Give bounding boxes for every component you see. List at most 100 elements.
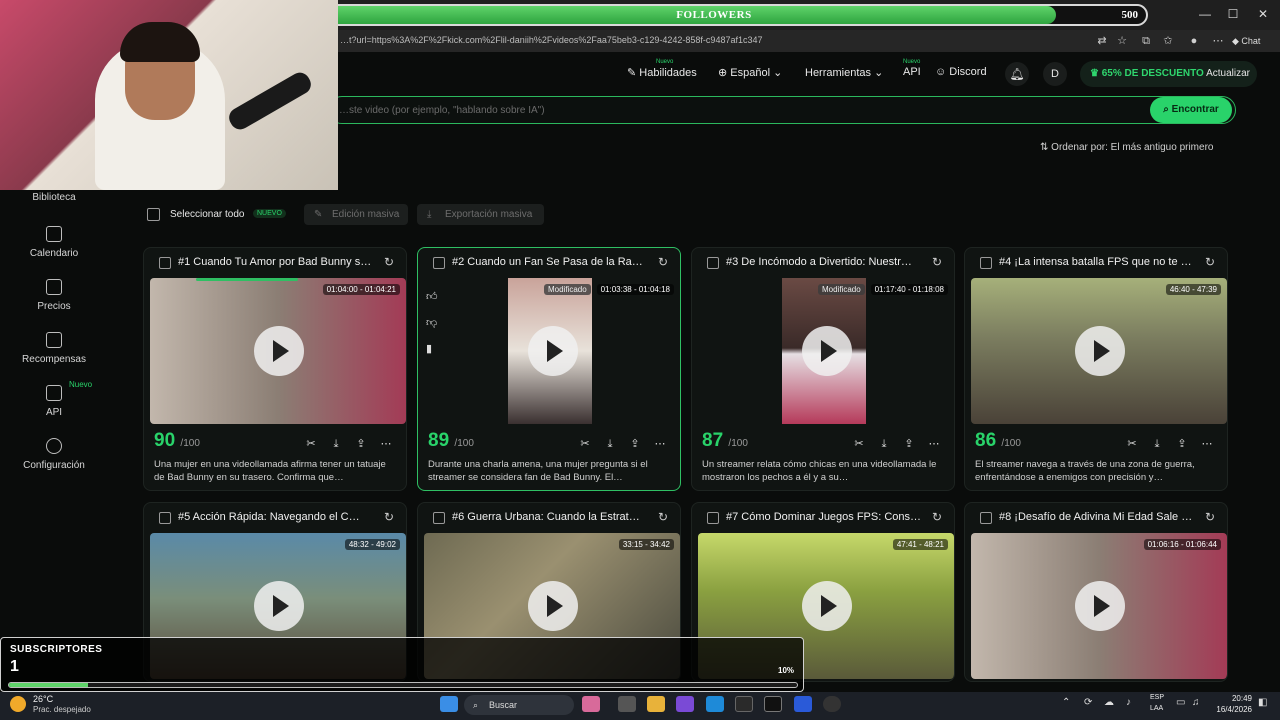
clip-thumbnail[interactable]: 01:04:00 - 01:04:21 (150, 278, 406, 424)
select-all-checkbox[interactable] (147, 208, 160, 221)
keyboard-language[interactable]: ESP (1150, 694, 1164, 701)
more-icon[interactable]: ⋯ (923, 437, 945, 450)
clip-card[interactable]: #4 ¡La intensa batalla FPS que no te … ↻… (964, 247, 1228, 491)
download-icon[interactable]: ⤓ (1146, 438, 1168, 451)
maximize-icon[interactable]: ☐ (1226, 7, 1240, 21)
sidebar-item-library[interactable]: Biblioteca (0, 192, 108, 203)
clip-card[interactable]: #3 De Incómodo a Divertido: Nuestr… ↻ Mo… (691, 247, 955, 491)
favorites-icon[interactable]: ✩ (1160, 33, 1176, 49)
clip-checkbox[interactable] (980, 257, 992, 269)
store-app-icon[interactable] (735, 696, 753, 712)
sort-dropdown[interactable]: ⇅ Ordenar por: El más antiguo primero (1040, 142, 1213, 153)
bulk-edit-button[interactable]: ✎ Edición masiva (304, 204, 408, 225)
volume-icon[interactable]: ♫ (1192, 697, 1200, 708)
clip-checkbox[interactable] (707, 257, 719, 269)
chatgpt-app-icon[interactable] (823, 696, 841, 712)
translate-icon[interactable]: ⇄ (1094, 33, 1110, 49)
more-menu-icon[interactable]: ⋯ (1210, 33, 1226, 49)
windows-start-icon[interactable] (440, 696, 458, 712)
weather-sun-icon[interactable] (10, 696, 26, 712)
play-icon[interactable] (1075, 326, 1125, 376)
extensions-icon[interactable]: ⧉ (1138, 33, 1154, 49)
nav-skills[interactable]: ✎ Habilidades (627, 66, 697, 79)
share-icon[interactable]: ⇪ (1171, 437, 1193, 450)
taskbar-search[interactable]: ⌕ Buscar (464, 695, 574, 715)
bookmark-star-icon[interactable]: ☆ (1114, 33, 1130, 49)
download-icon[interactable]: ⤓ (599, 438, 621, 451)
play-icon[interactable] (254, 581, 304, 631)
upgrade-button[interactable]: ♛ 65% DE DESCUENTO Actualizar (1080, 61, 1257, 87)
clip-card[interactable]: #1 Cuando Tu Amor por Bad Bunny s… ↻ 01:… (143, 247, 407, 491)
thumbs-down-icon[interactable]: 👎︎ (426, 310, 442, 336)
widgets-app-icon[interactable] (582, 696, 600, 712)
download-icon[interactable]: ⤓ (325, 438, 347, 451)
clip-search-input[interactable] (339, 97, 1119, 123)
share-icon[interactable]: ⇪ (350, 437, 372, 450)
more-icon[interactable]: ⋯ (1196, 437, 1218, 450)
edge-browser-icon[interactable] (706, 696, 724, 712)
regenerate-icon[interactable]: ↻ (1205, 255, 1215, 269)
play-icon[interactable] (528, 326, 578, 376)
regenerate-icon[interactable]: ↻ (932, 510, 942, 524)
play-icon[interactable] (254, 326, 304, 376)
clip-thumbnail[interactable]: 01:06:16 - 01:06:44 (971, 533, 1227, 679)
clip-thumbnail[interactable]: 46:40 - 47:39 (971, 278, 1227, 424)
regenerate-icon[interactable]: ↻ (658, 510, 668, 524)
weather-temperature[interactable]: 26°C (33, 694, 53, 704)
share-icon[interactable]: ⇪ (624, 437, 646, 450)
regenerate-icon[interactable]: ↻ (384, 510, 394, 524)
clip-checkbox[interactable] (159, 257, 171, 269)
copilot-app-icon[interactable] (676, 696, 694, 712)
clock-time[interactable]: 20:49 (1226, 694, 1252, 703)
clip-card[interactable]: #2 Cuando un Fan Se Pasa de la Ra… ↻ Mod… (417, 247, 681, 491)
sidebar-item-settings[interactable]: Configuración (0, 438, 108, 471)
clip-checkbox[interactable] (707, 512, 719, 524)
user-avatar[interactable]: D (1043, 62, 1067, 86)
bulk-export-button[interactable]: ⤓ Exportación masiva (417, 204, 544, 225)
cloud-icon[interactable]: ☁ (1104, 697, 1114, 708)
clip-thumbnail[interactable]: Modificado 01:17:40 - 01:18:08 (698, 278, 954, 424)
clip-checkbox[interactable] (433, 512, 445, 524)
clip-checkbox[interactable] (980, 512, 992, 524)
network-icon[interactable]: ▭ (1176, 697, 1185, 708)
share-icon[interactable]: ⇪ (898, 437, 920, 450)
microphone-icon[interactable]: ♪ (1126, 697, 1131, 708)
weather-description[interactable]: Prac. despejado (33, 705, 91, 714)
more-icon[interactable]: ⋯ (375, 437, 397, 450)
regenerate-icon[interactable]: ↻ (932, 255, 942, 269)
nav-tools[interactable]: Herramientas ⌄ (805, 66, 883, 79)
profile-icon[interactable]: ● (1186, 33, 1202, 49)
select-all-label[interactable]: Seleccionar todo (170, 209, 245, 220)
bookmark-icon[interactable]: ▮ (426, 336, 442, 362)
obs-app-icon[interactable] (764, 696, 782, 712)
regenerate-icon[interactable]: ↻ (1205, 510, 1215, 524)
play-icon[interactable] (802, 326, 852, 376)
notification-center-icon[interactable]: ◧ (1258, 697, 1267, 708)
clip-checkbox[interactable] (433, 257, 445, 269)
clip-checkbox[interactable] (159, 512, 171, 524)
keyboard-layout[interactable]: LAA (1150, 705, 1163, 712)
clock-date[interactable]: 16/4/2026 (1209, 705, 1252, 714)
more-icon[interactable]: ⋯ (649, 437, 671, 450)
clip-card[interactable]: #8 ¡Desafío de Adivina Mi Edad Sale … ↻ … (964, 502, 1228, 682)
regenerate-icon[interactable]: ↻ (658, 255, 668, 269)
notifications-bell-icon[interactable]: 🔔︎ (1005, 62, 1029, 86)
sidebar-item-api[interactable]: API (0, 385, 108, 418)
find-button[interactable]: ⌕ Encontrar (1150, 97, 1232, 123)
nav-language[interactable]: ⊕ Español ⌄ (718, 66, 782, 79)
scissors-icon[interactable]: ✂ (574, 437, 596, 450)
chevron-up-icon[interactable]: ⌃ (1062, 697, 1070, 708)
download-icon[interactable]: ⤓ (873, 438, 895, 451)
play-icon[interactable] (802, 581, 852, 631)
close-icon[interactable]: ✕ (1256, 7, 1270, 21)
sync-icon[interactable]: ⟳ (1084, 697, 1092, 708)
sidebar-item-calendar[interactable]: Calendario (0, 226, 108, 259)
clip-thumbnail[interactable]: Modificado 01:03:38 - 01:04:18 (424, 278, 680, 424)
sidebar-item-rewards[interactable]: Recompensas (0, 332, 108, 365)
thumbs-up-icon[interactable]: 👍︎ (426, 284, 442, 310)
nav-api[interactable]: API (903, 66, 921, 78)
scissors-icon[interactable]: ✂ (848, 437, 870, 450)
task-view-icon[interactable] (618, 696, 636, 712)
scissors-icon[interactable]: ✂ (300, 437, 322, 450)
scissors-icon[interactable]: ✂ (1121, 437, 1143, 450)
